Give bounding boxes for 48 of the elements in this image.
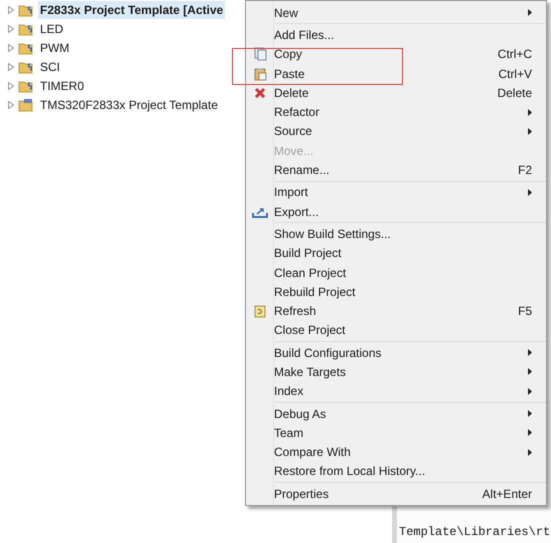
project-folder-icon: [18, 60, 34, 74]
menu-item[interactable]: Copy Ctrl+C: [246, 44, 546, 64]
expand-arrow-icon[interactable]: [8, 82, 14, 90]
menu-item[interactable]: Import: [246, 182, 546, 202]
menu-item[interactable]: Delete Delete: [246, 83, 546, 102]
tree-item[interactable]: PWM: [38, 38, 72, 56]
menu-item[interactable]: Properties Alt+Enter: [246, 484, 546, 504]
copy-icon: [254, 47, 266, 62]
menu-item[interactable]: New: [246, 3, 546, 22]
menu-item[interactable]: Make Targets: [246, 362, 546, 382]
menu-item[interactable]: Restore from Local History...: [246, 462, 546, 482]
menu-item[interactable]: Source: [246, 122, 546, 142]
menu-item[interactable]: Compare With: [246, 442, 546, 462]
menu-item[interactable]: Build Project: [246, 244, 546, 263]
menu-item[interactable]: Show Build Settings...: [246, 224, 546, 244]
menu-item[interactable]: Debug As: [246, 404, 546, 424]
export-icon: [252, 206, 268, 218]
expand-arrow-icon[interactable]: [8, 6, 14, 14]
menu-item[interactable]: Refresh F5: [246, 301, 546, 321]
expand-arrow-icon[interactable]: [8, 44, 14, 52]
refresh-icon: [254, 304, 266, 318]
menu-item[interactable]: Paste Ctrl+V: [246, 64, 546, 84]
expand-arrow-icon[interactable]: [8, 24, 14, 32]
menu-item[interactable]: Team: [246, 423, 546, 443]
project-folder-icon: [18, 78, 34, 92]
menu-item[interactable]: Rebuild Project: [246, 282, 546, 302]
menu-item[interactable]: Build Configurations: [246, 343, 546, 362]
project-folder-icon: [18, 40, 34, 54]
console-text: Template\Libraries\rt: [399, 524, 550, 541]
delete-icon: [254, 86, 266, 99]
project-folder-icon: [18, 98, 34, 112]
expand-arrow-icon[interactable]: [8, 62, 14, 70]
project-folder-icon: [18, 2, 34, 16]
expand-arrow-icon[interactable]: [8, 100, 14, 108]
menu-item[interactable]: Clean Project: [246, 262, 546, 282]
menu-item[interactable]: Refactor: [246, 102, 546, 122]
project-folder-icon: [18, 22, 34, 36]
clipboard-icon: [254, 66, 266, 81]
tree-item[interactable]: SCI: [38, 58, 62, 76]
tree-item[interactable]: F2833x Project Template [Active: [38, 0, 226, 18]
tree-item[interactable]: LED: [38, 20, 66, 38]
menu-item[interactable]: Export...: [246, 202, 546, 222]
menu-item[interactable]: Index: [246, 382, 546, 401]
tree-item[interactable]: TMS320F2833x Project Template: [38, 96, 220, 114]
menu-item[interactable]: Add Files...: [246, 25, 546, 45]
tree-item[interactable]: TIMER0: [38, 76, 86, 94]
menu-item[interactable]: Rename... F2: [246, 160, 546, 180]
menu-item[interactable]: Close Project: [246, 320, 546, 340]
